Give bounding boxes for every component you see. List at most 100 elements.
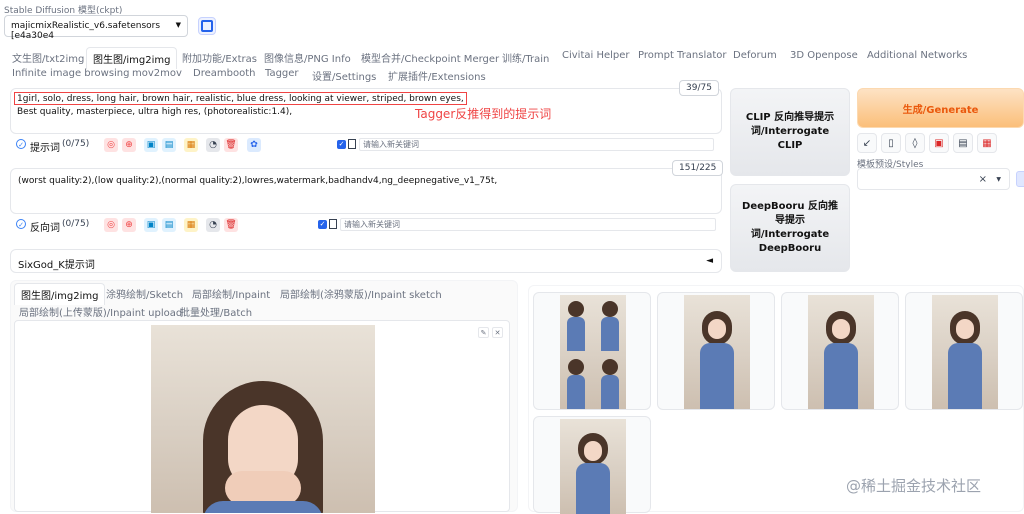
img-tab-batch[interactable]: 批量处理/Batch	[180, 304, 252, 319]
img-tab-sketch[interactable]: 涂鸦绘制/Sketch	[106, 286, 183, 301]
interrogate-clip-button[interactable]: CLIP 反向推导提示词/Interrogate CLIP	[730, 88, 850, 176]
tab-png-info[interactable]: 图像信息/PNG Info	[264, 50, 351, 65]
model-select[interactable]: majicmixRealistic_v6.safetensors [e4a30e…	[4, 15, 188, 41]
copy-icon[interactable]: ▣	[144, 218, 158, 232]
keyword-input[interactable]: 请输入新关键词	[340, 218, 716, 231]
generate-button[interactable]: 生成/Generate	[857, 88, 1024, 128]
grid-photo	[560, 295, 626, 409]
main-tabs-row1: 文生图/txt2img 图生图/img2img 附加功能/Extras 图像信息…	[6, 47, 1016, 69]
grid-icon[interactable]: ▦	[184, 138, 198, 152]
random-icon[interactable]: ◎	[104, 218, 118, 232]
tab-civitai-helper[interactable]: Civitai Helper	[562, 50, 630, 61]
arrow-icon[interactable]: ↙	[857, 133, 877, 153]
keyword-toggle[interactable]	[329, 219, 337, 229]
tab-dreambooth[interactable]: Dreambooth	[193, 68, 255, 79]
sixgod-label: SixGod_K提示词	[18, 260, 95, 271]
img-tab-img2img[interactable]: 图生图/img2img	[14, 283, 106, 305]
gallery-thumb[interactable]	[657, 292, 775, 410]
gallery-thumb[interactable]	[905, 292, 1023, 410]
img-tab-inpaint[interactable]: 局部绘制/Inpaint	[192, 286, 270, 301]
styles-apply-button[interactable]	[1016, 171, 1024, 187]
tab-mov2mov[interactable]: mov2mov	[132, 68, 182, 79]
sixgod-accordion[interactable]: SixGod_K提示词 ◄	[10, 249, 722, 273]
trash-icon[interactable]: 🗑	[224, 138, 238, 152]
model-value: majicmixRealistic_v6.safetensors [e4a30e…	[11, 21, 161, 41]
image-canvas[interactable]: ✎ ✕	[14, 320, 510, 513]
trash-icon[interactable]: 🗑	[224, 218, 238, 232]
paste-icon[interactable]: ▤	[162, 138, 176, 152]
chevron-down-icon: ▼	[175, 21, 181, 29]
prompt-token-counter: 39/75	[679, 80, 719, 96]
history-icon[interactable]: ◔	[206, 138, 220, 152]
negative-toolbar: ✓ 反向词 (0/75) ◎ ⊕ ▣ ▤ ▦ ◔ 🗑 ✓ 请输入新关键词	[14, 218, 716, 234]
tab-txt2img[interactable]: 文生图/txt2img	[12, 50, 84, 65]
prompt-toolbar: ✓ 提示词 (0/75) ◎ ⊕ ▣ ▤ ▦ ◔ 🗑 ✿ ✓ 请输入新关键词	[14, 138, 714, 154]
tab-prompt-translator[interactable]: Prompt Translator	[638, 50, 727, 61]
img-tab-inpaint-upload[interactable]: 局部绘制(上传蒙版)/Inpaint upload	[19, 304, 182, 319]
collapse-icon[interactable]: ✓	[16, 139, 26, 149]
refresh-button[interactable]	[198, 17, 216, 35]
shield-icon[interactable]: ◊	[905, 133, 925, 153]
img-tab-inpaint-sketch[interactable]: 局部绘制(涂鸦蒙版)/Inpaint sketch	[280, 286, 442, 301]
image-icon[interactable]: ▣	[929, 133, 949, 153]
negative-toolbar-count: (0/75)	[62, 219, 90, 229]
translate-icon[interactable]: ⊕	[122, 138, 136, 152]
negative-prompt-box[interactable]: (worst quality:2),(low quality:2),(norma…	[10, 168, 722, 214]
hands-shape	[225, 471, 301, 505]
prompt-toolbar-count: (0/75)	[62, 139, 90, 149]
grid-cell	[560, 295, 592, 351]
save-icon[interactable]: ▦	[977, 133, 997, 153]
settings-icon[interactable]: ✿	[247, 138, 261, 152]
styles-select[interactable]: × ▼	[857, 168, 1010, 190]
prompt-box[interactable]: 1girl, solo, dress, long hair, brown hai…	[10, 88, 722, 134]
tab-extras[interactable]: 附加功能/Extras	[182, 50, 257, 65]
gallery-thumb[interactable]	[781, 292, 899, 410]
interrogate-deepbooru-button[interactable]: DeepBooru 反向推导提示词/Interrogate DeepBooru	[730, 184, 850, 272]
keyword-checkbox[interactable]: ✓	[318, 220, 327, 229]
grid-icon[interactable]: ▦	[184, 218, 198, 232]
clear-icon[interactable]: ×	[979, 174, 987, 185]
keyword-input[interactable]: 请输入新关键词	[359, 138, 714, 151]
tagger-highlight: 1girl, solo, dress, long hair, brown hai…	[14, 92, 467, 105]
collapse-arrow-icon: ◄	[706, 256, 713, 266]
keyword-placeholder: 请输入新关键词	[363, 140, 419, 149]
grid-cell	[560, 353, 592, 409]
paste-icon[interactable]: ▤	[162, 218, 176, 232]
page-icon[interactable]: ▯	[881, 133, 901, 153]
grid-cell	[594, 295, 626, 351]
collapse-icon[interactable]: ✓	[16, 219, 26, 229]
close-icon[interactable]: ✕	[492, 327, 503, 338]
keyword-toggle[interactable]	[348, 139, 356, 149]
thumb-photo	[684, 295, 750, 409]
tab-checkpoint-merger[interactable]: 模型合并/Checkpoint Merger	[361, 50, 499, 65]
tagger-annotation: Tagger反推得到的提示词	[415, 107, 552, 121]
thumb-photo	[808, 295, 874, 409]
history-icon[interactable]: ◔	[206, 218, 220, 232]
prompt-line2: Best quality, masterpiece, ultra high re…	[17, 107, 293, 117]
keyword-placeholder: 请输入新关键词	[344, 220, 400, 229]
chevron-down-icon: ▼	[996, 176, 1001, 183]
tab-deforum[interactable]: Deforum	[733, 50, 777, 61]
main-tabs-row2: Infinite image browsing mov2mov Dreamboo…	[6, 66, 1016, 83]
tab-additional-networks[interactable]: Additional Networks	[867, 50, 967, 61]
gallery-thumb-grid[interactable]	[533, 292, 651, 410]
tab-tagger[interactable]: Tagger	[265, 68, 299, 79]
gallery-thumb[interactable]	[533, 416, 651, 514]
source-photo	[151, 325, 375, 513]
copy-icon[interactable]: ▣	[144, 138, 158, 152]
tab-settings[interactable]: 设置/Settings	[312, 68, 376, 83]
prompt-toolbar-label: 提示词	[30, 143, 60, 154]
tab-train[interactable]: 训练/Train	[502, 50, 549, 65]
prompt-line1: 1girl, solo, dress, long hair, brown hai…	[17, 94, 464, 104]
negative-token-counter: 151/225	[672, 160, 724, 176]
tab-extensions[interactable]: 扩展插件/Extensions	[388, 68, 486, 83]
thumb-photo	[932, 295, 998, 409]
watermark: @稀土掘金技术社区	[846, 477, 982, 495]
clipboard-icon[interactable]: ▤	[953, 133, 973, 153]
random-icon[interactable]: ◎	[104, 138, 118, 152]
edit-icon[interactable]: ✎	[478, 327, 489, 338]
tab-infinite-image-browsing[interactable]: Infinite image browsing	[12, 68, 130, 79]
translate-icon[interactable]: ⊕	[122, 218, 136, 232]
tab-3d-openpose[interactable]: 3D Openpose	[790, 50, 858, 61]
keyword-checkbox[interactable]: ✓	[337, 140, 346, 149]
